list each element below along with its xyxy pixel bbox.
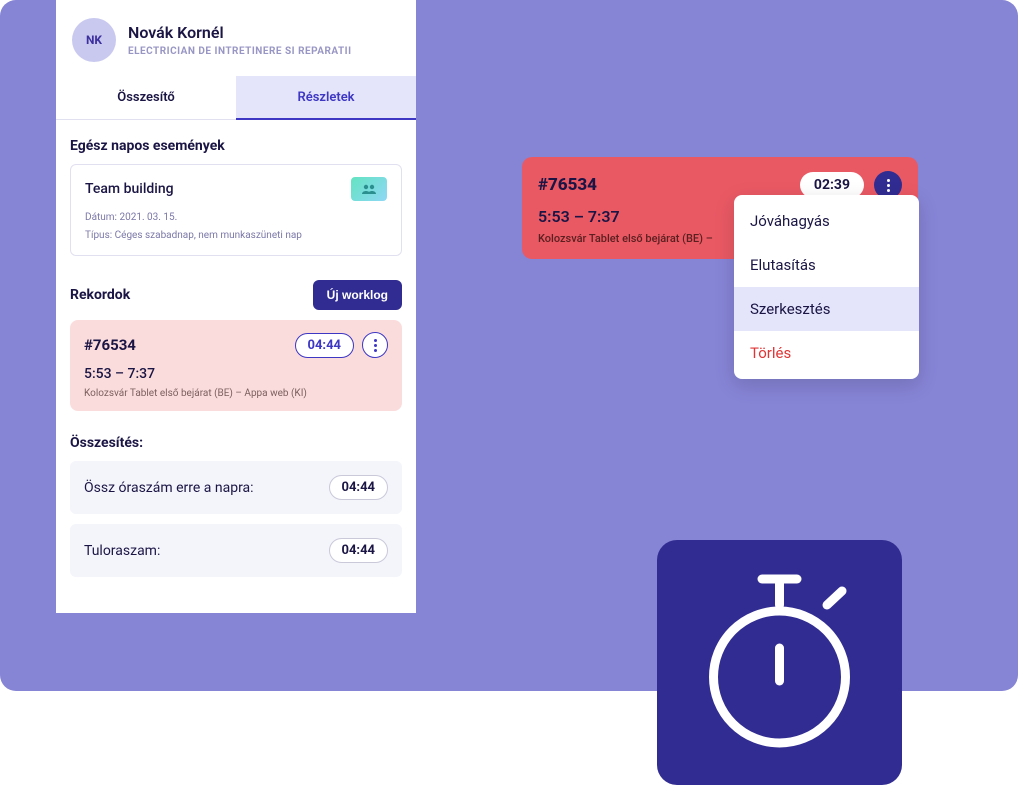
records-header: Rekordok Új worklog [70,280,402,310]
worklog-id: #76534 [84,336,136,354]
context-menu: Jóváhagyás Elutasítás Szerkesztés Törlés [734,195,919,379]
summary-label: Össz óraszám erre a napra: [84,480,254,496]
menu-reject[interactable]: Elutasítás [734,243,919,287]
user-info: Novák Kornél ELECTRICIAN DE INTRETINERE … [128,23,352,57]
avatar: NK [72,18,116,62]
kebab-icon [374,339,377,352]
menu-delete[interactable]: Törlés [734,331,919,375]
user-name: Novák Kornél [128,23,352,42]
canvas-background: NK Novák Kornél ELECTRICIAN DE INTRETINE… [0,0,1018,691]
worklog-card[interactable]: #76534 04:44 5:53 – 7:37 Kolozsvár Table… [70,320,402,411]
new-worklog-button[interactable]: Új worklog [313,280,402,310]
all-day-events-heading: Egész napos események [70,138,402,154]
worklog-actions: 04:44 [295,332,389,358]
tab-details[interactable]: Részletek [236,76,416,119]
kebab-icon [887,179,890,192]
event-date: Dátum: 2021. 03. 15. [85,211,387,225]
team-icon [351,177,387,201]
user-header: NK Novák Kornél ELECTRICIAN DE INTRETINE… [56,0,416,76]
worklog-card-header: #76534 04:44 [84,332,388,358]
worklog-menu-button[interactable] [362,332,388,358]
worklog-location: Kolozsvár Tablet első bejárat (BE) – App… [84,388,388,399]
summary-value: 04:44 [329,475,389,500]
details-panel: NK Novák Kornél ELECTRICIAN DE INTRETINE… [56,0,416,613]
duration-pill: 04:44 [295,333,355,358]
summary-heading: Összesítés: [70,435,402,451]
stopwatch-icon [702,573,857,753]
menu-approve[interactable]: Jóváhagyás [734,199,919,243]
records-heading: Rekordok [70,287,130,303]
stopwatch-card [657,540,902,785]
summary-label: Tuloraszam: [84,543,160,559]
worklog-times: 5:53 – 7:37 [84,366,388,382]
summary-section: Összesítés: Össz óraszám erre a napra: 0… [56,417,416,593]
tab-summary[interactable]: Összesítő [56,76,236,119]
event-card[interactable]: Team building Dátum: 2021. 03. 15. Típus… [70,164,402,256]
tabs: Összesítő Részletek [56,76,416,120]
summary-value: 04:44 [329,538,389,563]
event-header: Team building [85,177,387,201]
summary-row-overtime: Tuloraszam: 04:44 [70,524,402,577]
event-type: Típus: Céges szabadnap, nem munkaszüneti… [85,229,387,243]
summary-row-total: Össz óraszám erre a napra: 04:44 [70,461,402,514]
menu-edit[interactable]: Szerkesztés [734,287,919,331]
event-title: Team building [85,181,174,197]
all-day-events-section: Egész napos események Team building Dátu… [56,120,416,262]
popup-worklog-id: #76534 [538,175,597,195]
user-role: ELECTRICIAN DE INTRETINERE SI REPARATII [128,46,352,57]
records-section: Rekordok Új worklog #76534 04:44 5:53 – … [56,262,416,417]
